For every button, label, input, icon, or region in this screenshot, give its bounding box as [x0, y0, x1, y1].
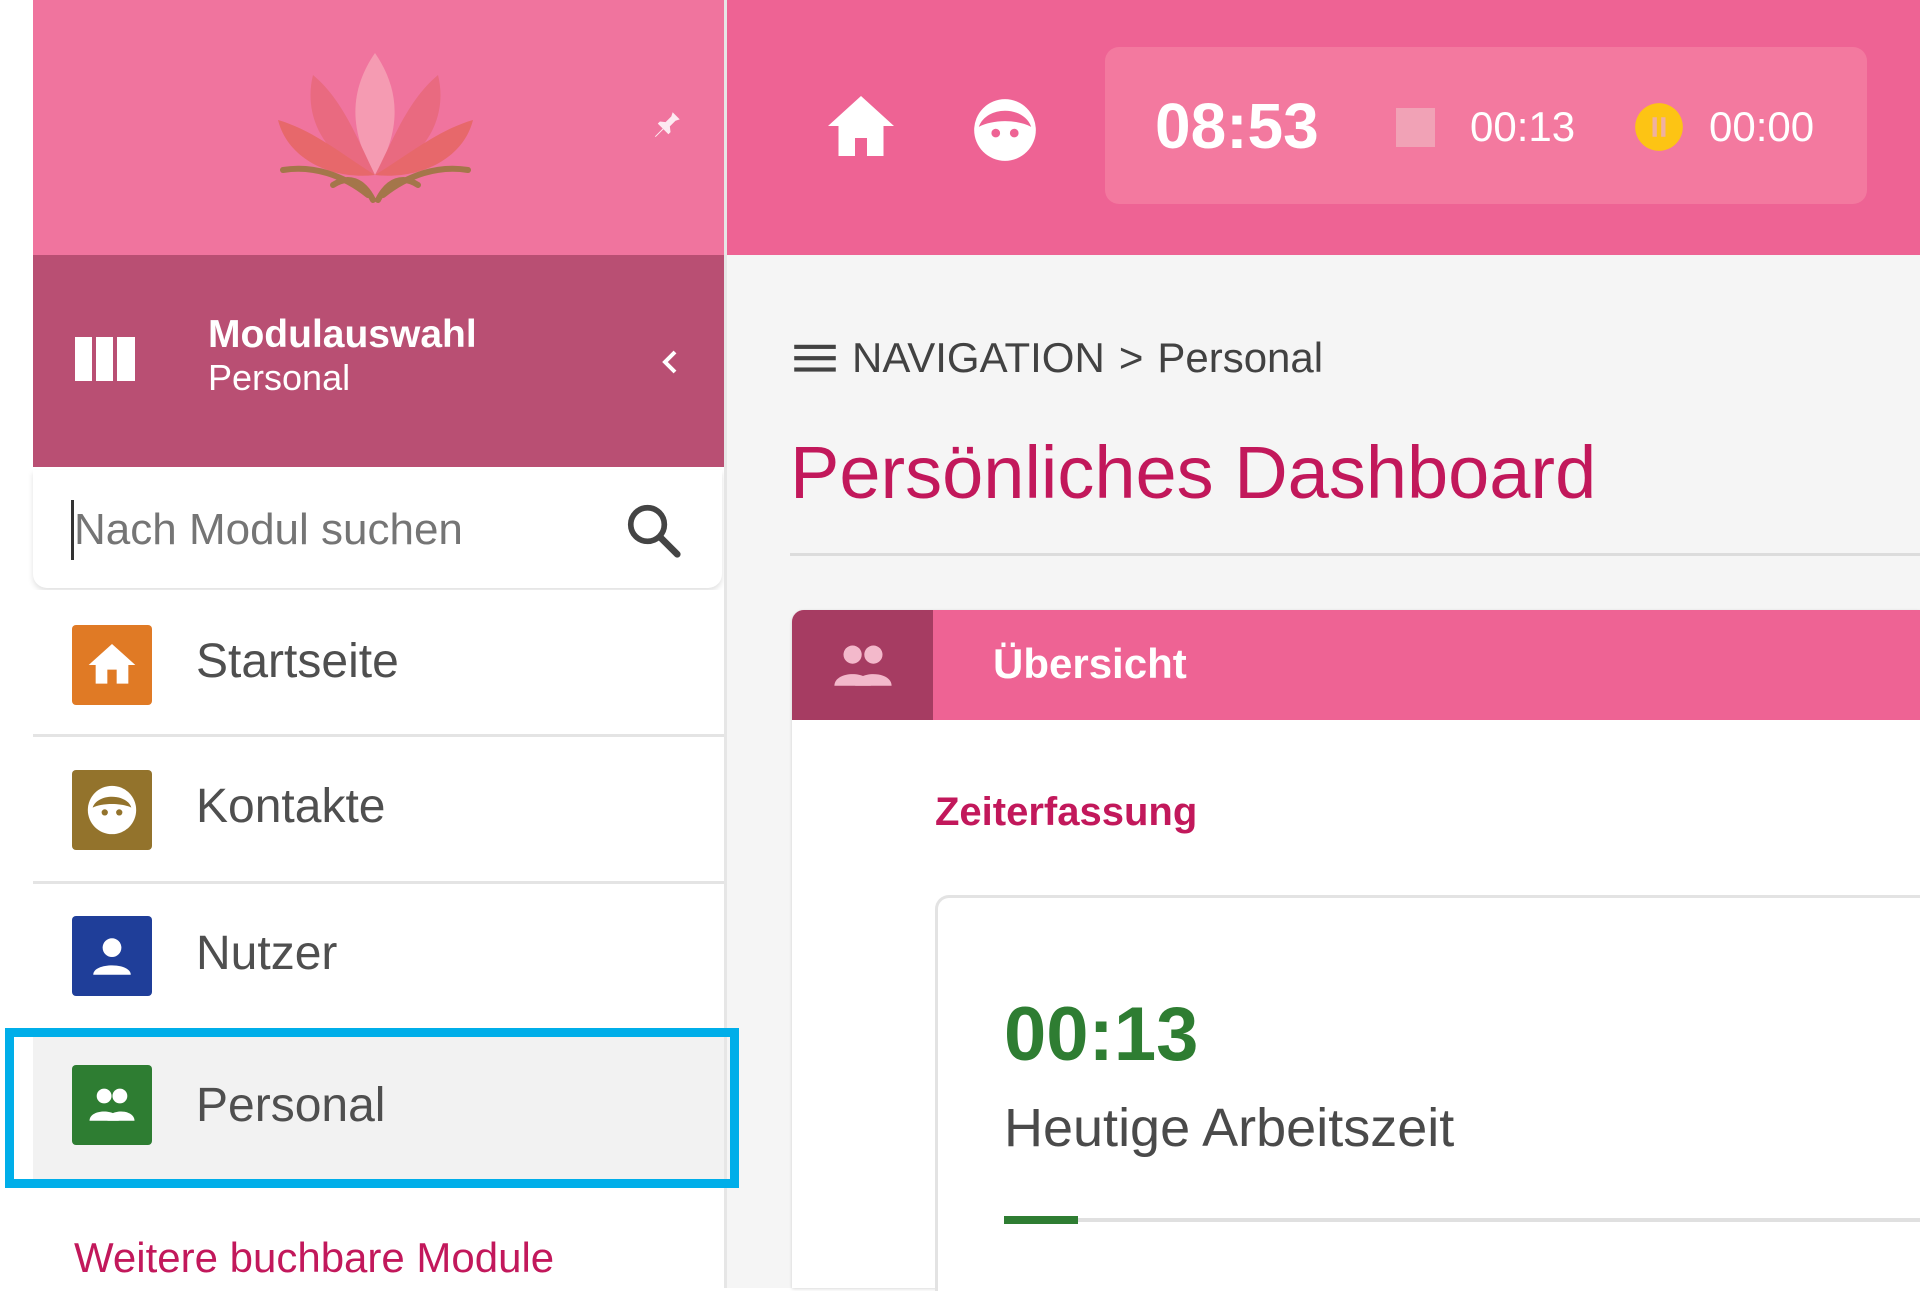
title-divider — [790, 553, 1920, 556]
people-icon — [833, 645, 892, 686]
face-icon — [72, 770, 152, 850]
lotus-logo — [278, 53, 473, 203]
work-time-card: 00:13 Heutige Arbeitszeit — [935, 895, 1920, 1291]
work-time-value: 00:13 — [1004, 992, 1199, 1077]
search-icon[interactable] — [623, 500, 685, 562]
face-icon[interactable] — [968, 93, 1042, 167]
view-column-icon — [75, 337, 135, 381]
breadcrumb-root[interactable]: NAVIGATION — [852, 334, 1105, 382]
highlight-box — [5, 1028, 739, 1188]
tab-uebersicht[interactable]: Übersicht — [993, 640, 1187, 688]
home-icon — [72, 625, 152, 705]
breadcrumb: NAVIGATION > Personal — [792, 330, 1323, 386]
stop-icon[interactable] — [1396, 108, 1435, 147]
sidebar-item-label: Nutzer — [196, 927, 338, 980]
card-header-iconbox — [792, 610, 933, 720]
chevron-left-icon[interactable] — [659, 347, 683, 377]
work-time-progress-fill — [1004, 1216, 1078, 1224]
sidebar-item-kontakte[interactable]: Kontakte — [33, 737, 724, 884]
pause-timer: 00:00 — [1709, 103, 1815, 150]
module-selector[interactable]: Modulauswahl Personal — [33, 255, 724, 467]
breadcrumb-separator: > — [1118, 334, 1144, 381]
work-time-progress-track — [1004, 1218, 1920, 1222]
logo-area — [33, 0, 724, 255]
sidebar-item-label: Startseite — [196, 635, 399, 688]
work-timer: 00:13 — [1470, 103, 1576, 150]
module-search — [33, 470, 722, 588]
module-header-subtitle: Personal — [208, 357, 351, 398]
section-title: Zeiterfassung — [935, 790, 1198, 834]
pin-icon[interactable] — [650, 108, 684, 142]
more-modules-link[interactable]: Weitere buchbare Module — [74, 1234, 554, 1282]
sidebar-item-startseite[interactable]: Startseite — [33, 590, 724, 737]
sidebar-item-nutzer[interactable]: Nutzer — [33, 884, 724, 1031]
person-icon — [72, 916, 152, 996]
pause-icon[interactable] — [1633, 101, 1685, 153]
search-input[interactable] — [71, 500, 594, 560]
breadcrumb-current: Personal — [1157, 334, 1324, 381]
home-icon[interactable] — [824, 93, 898, 159]
time-tracking-panel: 08:53 00:13 00:00 — [1105, 47, 1867, 204]
page-title: Persönliches Dashboard — [790, 431, 1597, 514]
clock: 08:53 — [1155, 90, 1319, 162]
module-header-title: Modulauswahl — [208, 313, 477, 356]
work-time-label: Heutige Arbeitszeit — [1004, 1098, 1455, 1158]
sidebar-item-label: Kontakte — [196, 780, 386, 833]
card-header — [792, 610, 1920, 720]
menu-icon[interactable] — [792, 341, 838, 375]
